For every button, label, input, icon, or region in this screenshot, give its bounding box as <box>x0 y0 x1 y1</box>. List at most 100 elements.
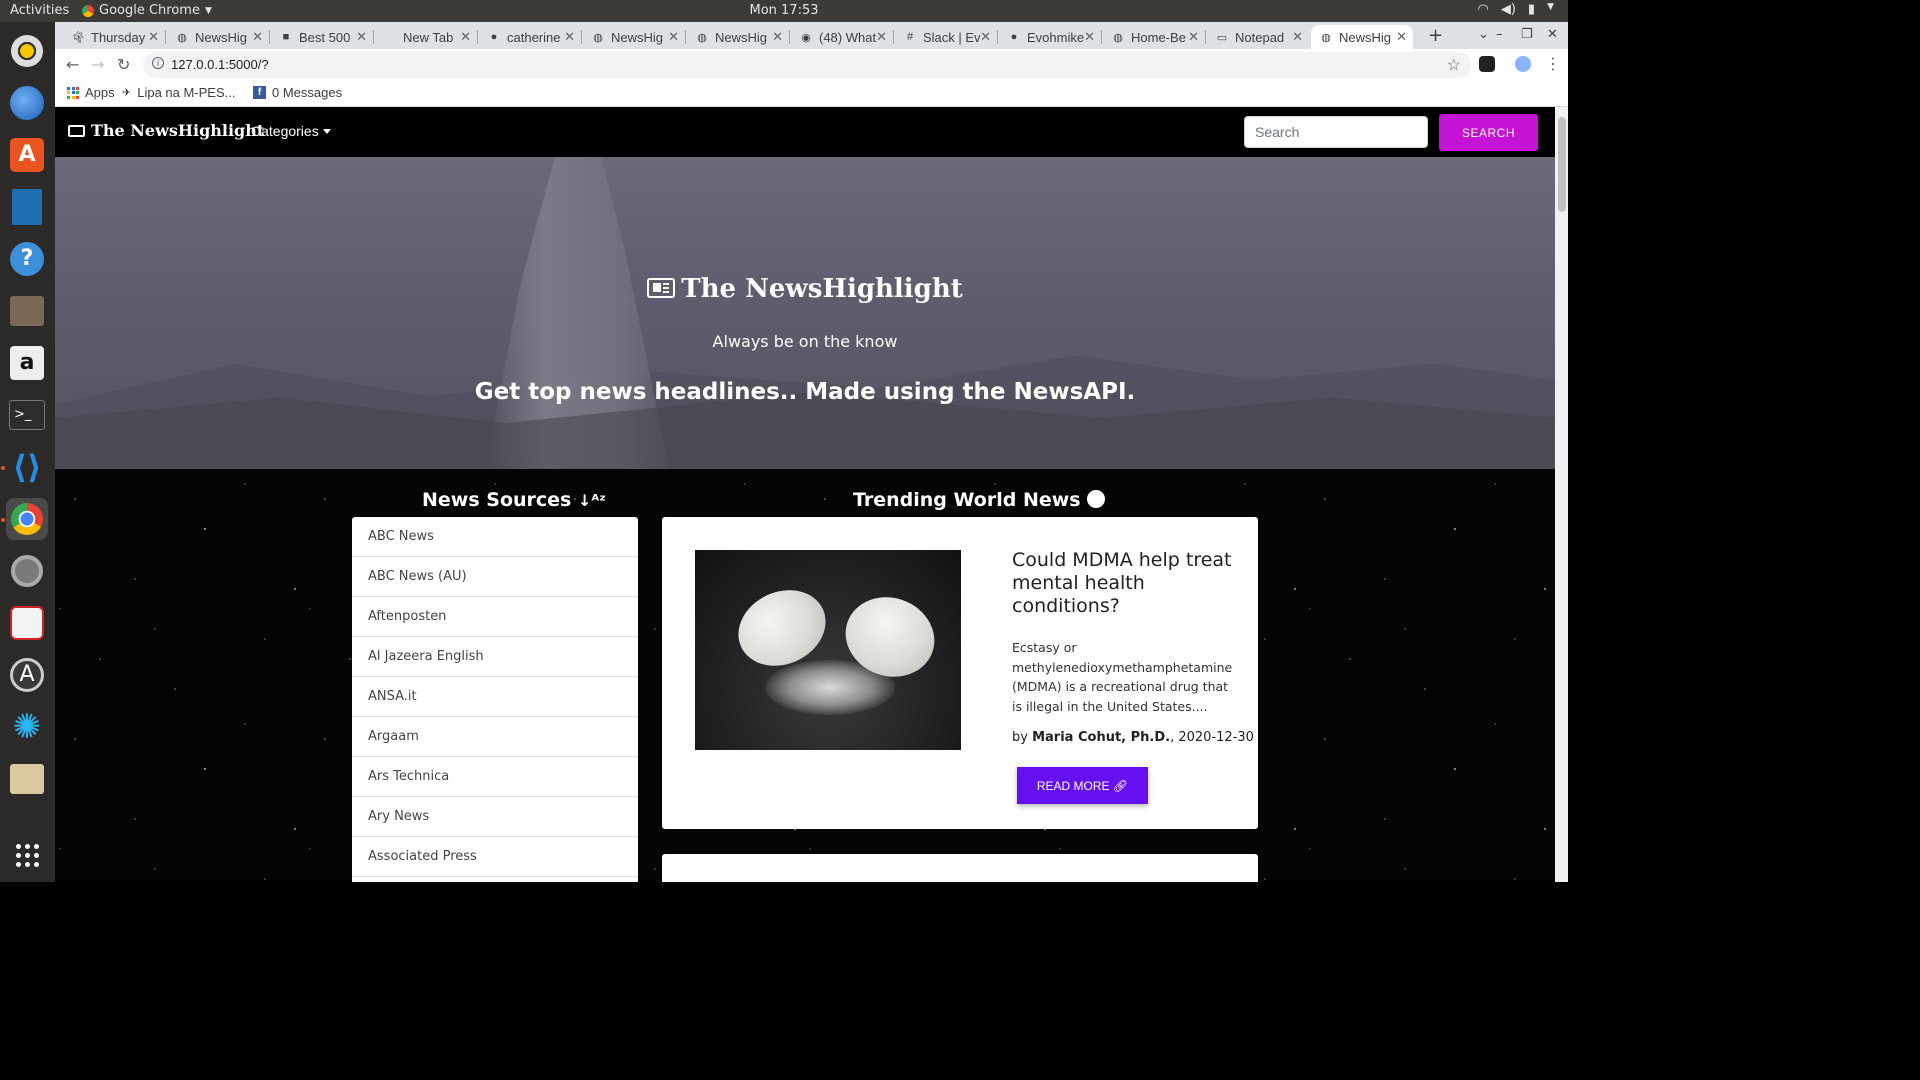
article-meta: by Maria Cohut, Ph.D., 2020-12-30 <box>1012 730 1254 745</box>
tab-close-icon[interactable]: ✕ <box>148 29 159 45</box>
close-window-icon[interactable]: ✕ <box>1547 27 1558 42</box>
address-bar[interactable]: i 127.0.0.1:5000/? ☆ <box>143 52 1471 78</box>
bookmark-mpesa[interactable]: ✈ Lipa na M-PES... <box>122 85 236 100</box>
help-icon[interactable]: ? <box>6 238 48 280</box>
tab-close-icon[interactable]: ✕ <box>564 29 575 45</box>
browser-tab[interactable]: ◍ NewsHig ✕ <box>167 25 269 49</box>
maximize-icon[interactable]: ❐ <box>1521 27 1533 42</box>
tab-close-icon[interactable]: ✕ <box>1292 29 1303 45</box>
new-tab-button[interactable]: + <box>1428 25 1443 46</box>
browser-tab[interactable]: New Tab ✕ <box>375 25 477 49</box>
tab-title: Slack | Ev <box>923 29 981 45</box>
tab-close-icon[interactable]: ✕ <box>1084 29 1095 45</box>
tab-title: NewsHig <box>1339 29 1392 45</box>
tab-close-icon[interactable]: ✕ <box>1396 29 1407 45</box>
tab-close-icon[interactable]: ✕ <box>980 29 991 45</box>
browser-tab[interactable]: # Slack | Ev ✕ <box>895 25 997 49</box>
globe-icon: ◍ <box>1113 31 1123 44</box>
browser-tab[interactable]: ◍ NewsHig ✕ <box>1311 25 1413 49</box>
tab-title: catherine <box>507 29 561 45</box>
brand-label: The NewsHighlight <box>91 121 265 140</box>
source-list-item[interactable]: ABC News (AU) <box>352 557 638 597</box>
read-more-button[interactable]: READ MORE 🔗︎ <box>1017 767 1148 804</box>
tab-close-icon[interactable]: ✕ <box>1188 29 1199 45</box>
forward-icon[interactable]: → <box>91 55 104 74</box>
tab-title: NewsHig <box>611 29 664 45</box>
globe-icon: ◍ <box>593 31 603 44</box>
browser-tab[interactable]: ● Evohmike ✕ <box>999 25 1101 49</box>
profile-avatar[interactable] <box>1515 56 1531 72</box>
browser-tab[interactable]: ■ Best 500 ✕ <box>271 25 373 49</box>
globe-icon: ◍ <box>1321 31 1331 44</box>
bookmark-messages[interactable]: f 0 Messages <box>253 85 342 100</box>
source-list-item[interactable]: Ary News <box>352 797 638 837</box>
tab-close-icon[interactable]: ✕ <box>668 29 679 45</box>
article-title[interactable]: Could MDMA help treat mental health cond… <box>1012 549 1237 618</box>
github-icon: ● <box>1010 31 1018 43</box>
source-list-item[interactable]: Ars Technica <box>352 757 638 797</box>
site-brand[interactable]: The NewsHighlight <box>68 121 264 140</box>
extension-icon[interactable] <box>1479 56 1495 72</box>
thunderbird-icon[interactable] <box>6 82 48 124</box>
writer-icon[interactable] <box>6 186 48 228</box>
tab-close-icon[interactable]: ✕ <box>876 29 887 45</box>
source-list-item[interactable]: ABC News <box>352 517 638 557</box>
tab-title: Notepad <box>1235 29 1285 45</box>
bookmark-star-icon[interactable]: ☆ <box>1447 55 1461 75</box>
page-scrollbar[interactable] <box>1555 107 1568 882</box>
system-tray[interactable]: ◠ ◀) ▮ ▼ <box>1478 2 1555 17</box>
more-menu-icon[interactable]: ⋮ <box>1545 54 1561 73</box>
trending-heading-text: Trending World News <box>853 489 1081 511</box>
tab-close-icon[interactable]: ✕ <box>772 29 783 45</box>
hero-title-text: The NewsHighlight <box>681 274 963 304</box>
tab-search-icon[interactable]: ⌄ <box>1478 27 1489 42</box>
browser-tab[interactable]: ◍ NewsHig ✕ <box>583 25 685 49</box>
editor-icon[interactable] <box>6 602 48 644</box>
reload-icon[interactable]: ↻ <box>117 55 130 74</box>
clock[interactable]: Mon 17:53 <box>0 3 1568 18</box>
scrollbar-thumb[interactable] <box>1558 117 1566 212</box>
minimize-icon[interactable]: – <box>1496 27 1503 42</box>
tab-close-icon[interactable]: ✕ <box>460 29 471 45</box>
files-icon[interactable] <box>6 290 48 332</box>
amazon-icon[interactable]: a <box>6 342 48 384</box>
updater-icon[interactable]: A <box>6 654 48 696</box>
splash-icon[interactable]: ✺ <box>6 706 48 748</box>
source-list-item[interactable]: Al Jazeera English <box>352 637 638 677</box>
categories-dropdown[interactable]: Categories <box>251 123 331 139</box>
browser-window: 🌴︎ Thursday ✕ ◍ NewsHig ✕ ■ Best 500 ✕ New Tab ✕ ● c… <box>55 22 1568 107</box>
browser-tab[interactable]: ▭ Notepad ✕ <box>1207 25 1309 49</box>
back-icon[interactable]: ← <box>66 55 79 74</box>
search-button[interactable]: SEARCH <box>1439 114 1538 151</box>
source-list-item[interactable]: Aftenposten <box>352 597 638 637</box>
bookmark-label: Apps <box>85 85 115 100</box>
palm-icon: 🌴︎ <box>71 31 85 44</box>
source-list-item[interactable]: ANSA.it <box>352 677 638 717</box>
browser-tab[interactable]: ◍ Home-Be ✕ <box>1103 25 1205 49</box>
rhythmbox-icon[interactable] <box>6 30 48 72</box>
settings-icon[interactable] <box>6 550 48 592</box>
browser-tab[interactable]: 🌴︎ Thursday ✕ <box>63 25 165 49</box>
bookmark-label: Lipa na M-PES... <box>137 85 236 100</box>
article-date: , 2020-12-30 <box>1170 730 1254 745</box>
tab-close-icon[interactable]: ✕ <box>252 29 263 45</box>
site-info-icon[interactable]: i <box>152 57 164 69</box>
show-apps-icon[interactable] <box>6 834 48 876</box>
site-navbar: The NewsHighlight Categories SEARCH <box>55 107 1555 157</box>
notepad-icon: ▭ <box>1216 31 1228 44</box>
browser-tab[interactable]: ● catherine ✕ <box>479 25 581 49</box>
tab-close-icon[interactable]: ✕ <box>356 29 367 45</box>
source-list-item[interactable]: Associated Press <box>352 837 638 877</box>
tab-separator <box>165 30 166 44</box>
terminal-icon[interactable]: >_ <box>6 394 48 436</box>
browser-tab[interactable]: ◍ NewsHig ✕ <box>687 25 789 49</box>
browser-tab[interactable]: ◉ (48) What ✕ <box>791 25 893 49</box>
source-list-item[interactable]: Argaam <box>352 717 638 757</box>
search-input[interactable] <box>1244 116 1428 148</box>
software-center-icon[interactable]: A <box>6 134 48 176</box>
chrome-icon[interactable] <box>6 498 48 540</box>
vscode-icon[interactable]: ⟨⟩ <box>6 446 48 488</box>
tab-separator <box>269 30 270 44</box>
bookmark-apps[interactable]: Apps <box>67 85 115 100</box>
mail-icon[interactable] <box>6 758 48 800</box>
